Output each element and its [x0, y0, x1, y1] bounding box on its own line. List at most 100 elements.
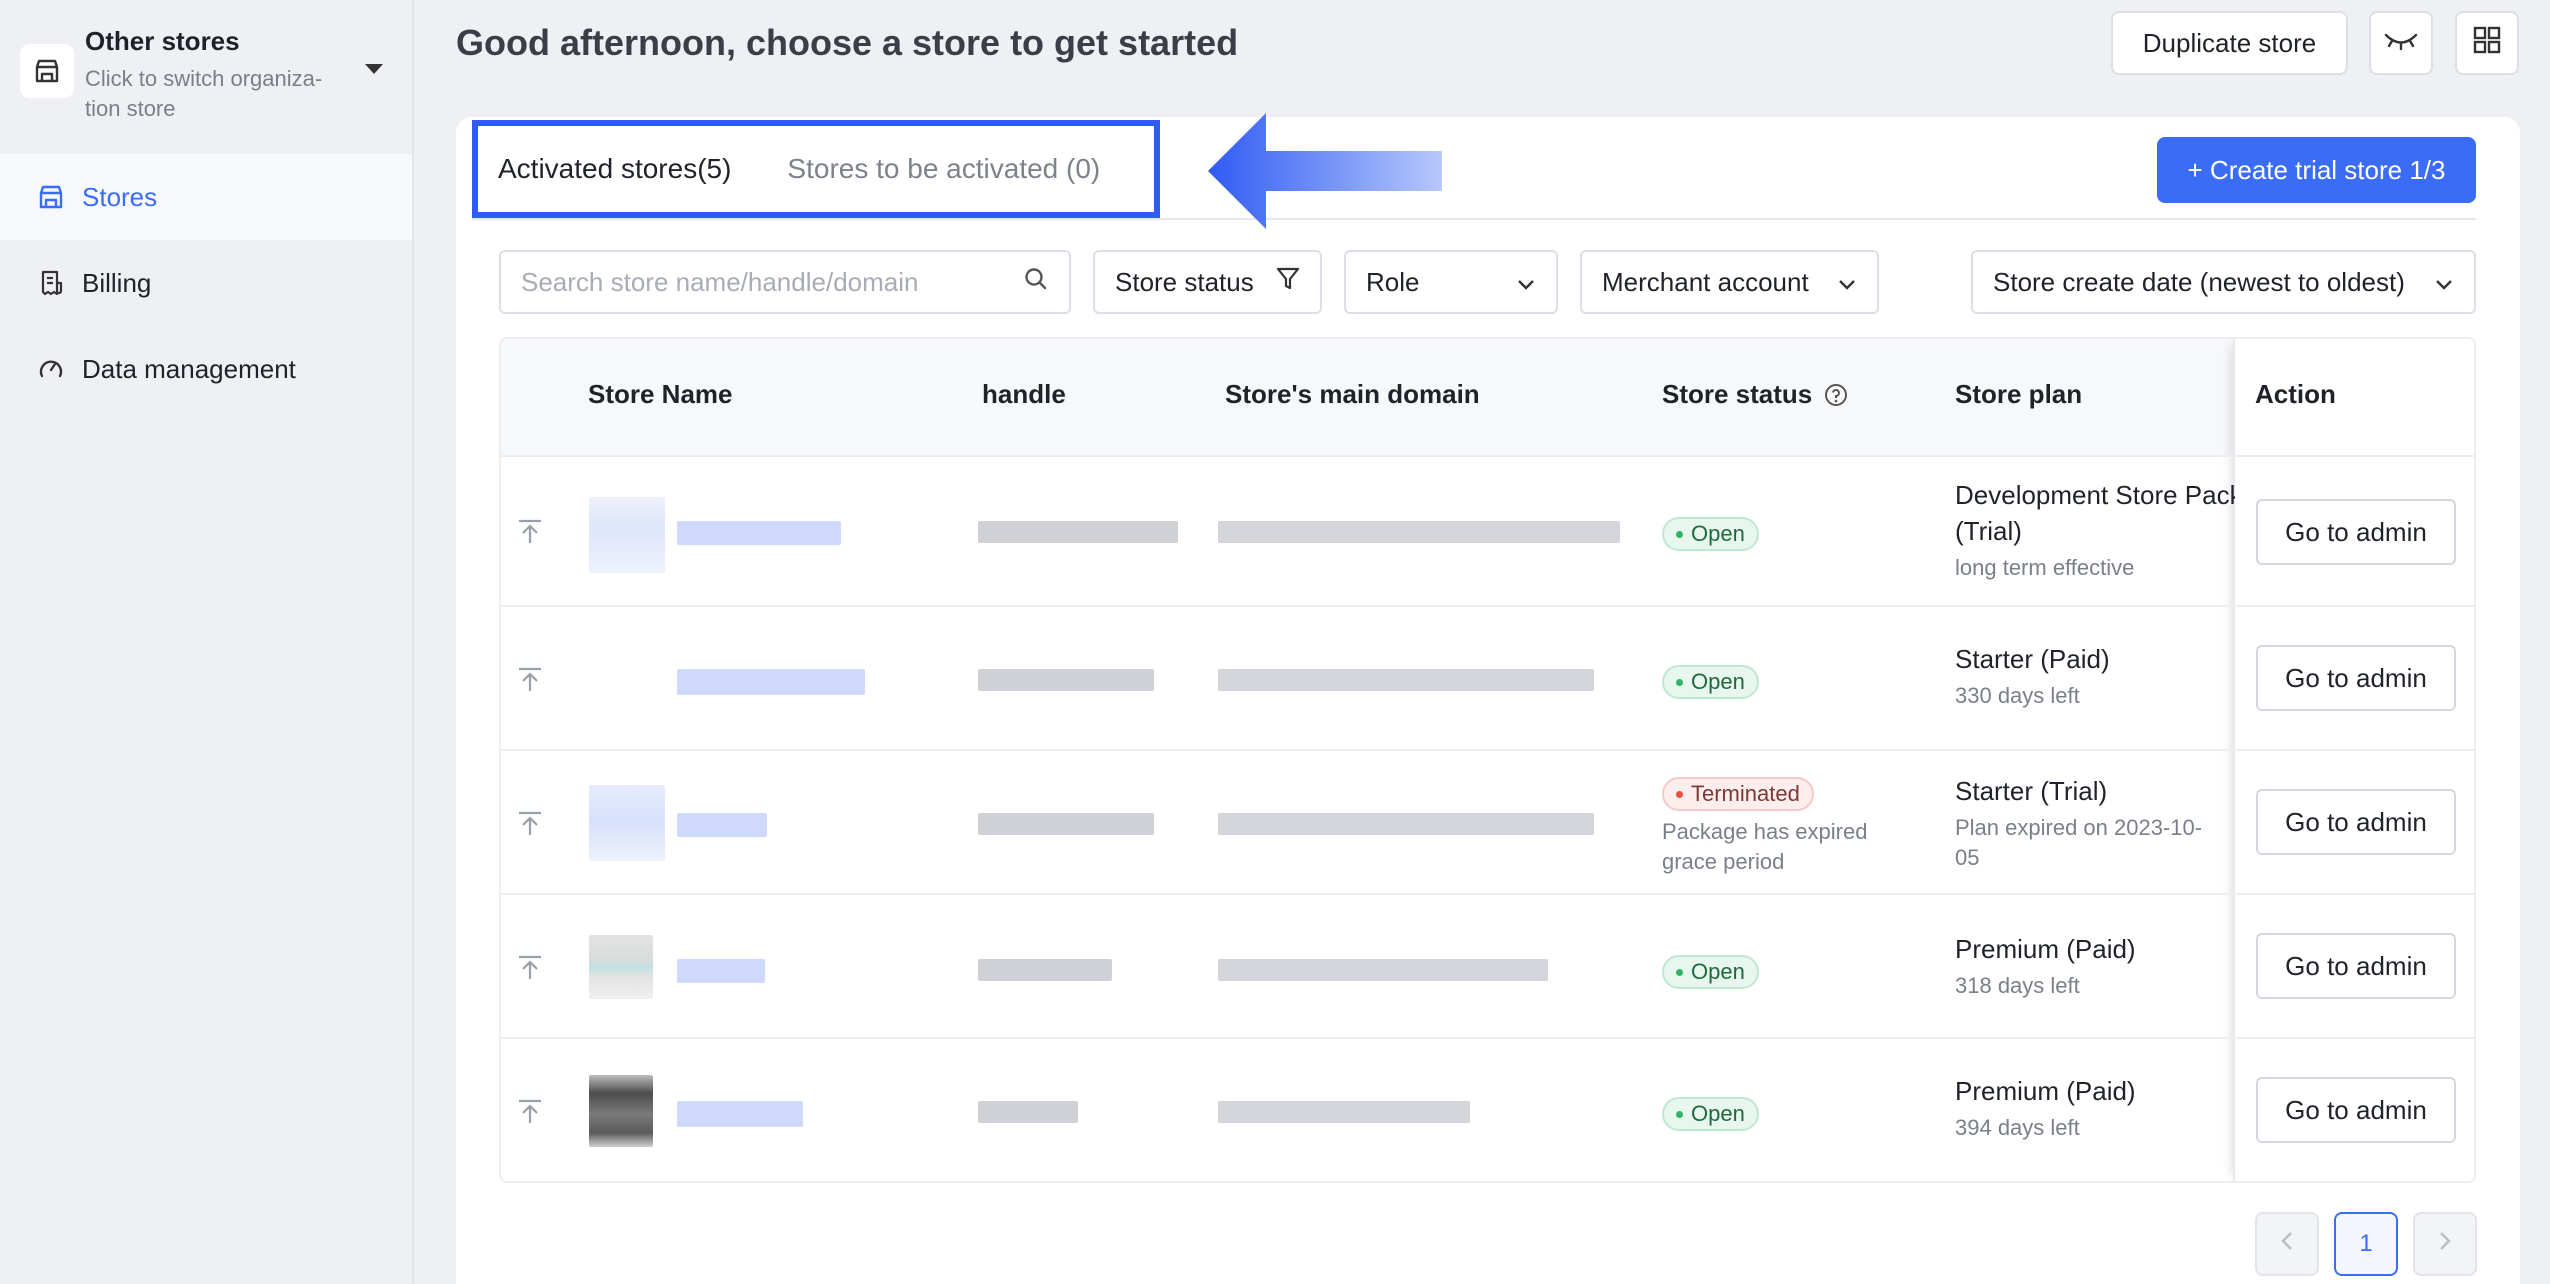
- plan-cell: Premium (Paid) 318 days left: [1955, 931, 2235, 1001]
- store-name-link[interactable]: [677, 669, 865, 695]
- sidebar-item-label: Stores: [82, 181, 158, 212]
- status-cell: Open: [1662, 1097, 1759, 1131]
- status-badge: Open: [1662, 1097, 1759, 1131]
- sidebar-item-billing[interactable]: Billing: [0, 240, 412, 326]
- plan-note: long term effective: [1955, 555, 2135, 580]
- plan-name: Premium (Paid): [1955, 934, 2136, 964]
- pin-to-top-icon[interactable]: [515, 517, 545, 552]
- next-page-button[interactable]: [2413, 1212, 2477, 1276]
- prev-page-button[interactable]: [2255, 1212, 2319, 1276]
- role-select[interactable]: Role: [1344, 250, 1558, 314]
- sort-select[interactable]: Store create date (newest to oldest): [1971, 250, 2476, 314]
- sidebar-item-label: Data management: [82, 353, 296, 384]
- store-domain: [1218, 521, 1620, 543]
- table-row: Open Development Store Pack (Trial) long…: [501, 455, 2474, 605]
- pin-to-top-icon[interactable]: [515, 665, 545, 700]
- pin-to-top-icon[interactable]: [515, 1097, 545, 1132]
- grid-view-button[interactable]: [2455, 11, 2519, 75]
- store-status-filter[interactable]: Store status: [1093, 250, 1322, 314]
- store-icon: [36, 182, 66, 212]
- go-to-admin-button[interactable]: Go to admin: [2256, 1077, 2456, 1143]
- duplicate-store-button[interactable]: Duplicate store: [2111, 11, 2348, 75]
- go-to-admin-button[interactable]: Go to admin: [2256, 933, 2456, 999]
- column-store-name: Store Name: [588, 379, 733, 409]
- column-store-plan: Store plan: [1955, 379, 2083, 409]
- table-row: Open Premium (Paid) 394 days left: [501, 1037, 2474, 1181]
- plan-name: Starter (Paid): [1955, 644, 2110, 674]
- receipt-icon: [36, 268, 66, 298]
- plan-note: 318 days left: [1955, 973, 2080, 998]
- plan-note: Plan expired on 2023-10-05: [1955, 815, 2203, 870]
- plan-cell: Premium (Paid) 394 days left: [1955, 1073, 2235, 1143]
- status-badge: Terminated: [1662, 777, 1814, 811]
- go-to-admin-button[interactable]: Go to admin: [2256, 645, 2456, 711]
- store-domain: [1218, 1101, 1470, 1123]
- table-header: Store Name handle Store's main domain St…: [501, 339, 2474, 455]
- chevron-down-icon: [2422, 267, 2454, 298]
- filter-label: Store status: [1115, 266, 1254, 297]
- chevron-down-icon: [1825, 267, 1857, 298]
- organization-switcher[interactable]: Other stores Click to switch organiza-ti…: [20, 22, 400, 122]
- status-badge: Open: [1662, 955, 1759, 989]
- tab-activated-stores[interactable]: Activated stores(5): [478, 153, 751, 185]
- store-tabs: Activated stores(5) Stores to be activat…: [472, 120, 1160, 218]
- caret-down-icon[interactable]: [365, 64, 383, 74]
- plan-note: 394 days left: [1955, 1115, 2080, 1140]
- gauge-icon: [36, 354, 66, 384]
- create-trial-store-button[interactable]: + Create trial store 1/3: [2157, 137, 2476, 203]
- page-number-button[interactable]: 1: [2334, 1212, 2398, 1276]
- arrow-left-icon: [1208, 113, 1448, 234]
- pin-to-top-icon[interactable]: [515, 953, 545, 988]
- search-icon[interactable]: [1011, 266, 1049, 299]
- store-domain: [1218, 669, 1594, 691]
- store-name-link[interactable]: [677, 521, 841, 545]
- store-name-link[interactable]: [677, 813, 767, 837]
- store-handle: [978, 669, 1154, 691]
- status-cell: Open: [1662, 665, 1759, 699]
- column-action: Action: [2255, 379, 2336, 409]
- select-label: Role: [1366, 266, 1420, 297]
- search-input[interactable]: Search store name/handle/domain: [521, 267, 1011, 298]
- select-label: Store create date (newest to oldest): [1993, 266, 2405, 297]
- help-icon[interactable]: [1824, 383, 1848, 407]
- sidebar-item-data-management[interactable]: Data management: [0, 326, 412, 412]
- filter-icon: [1264, 266, 1300, 299]
- table-row: Open Premium (Paid) 318 days left: [501, 893, 2474, 1037]
- select-label: Merchant account: [1602, 266, 1809, 297]
- tab-stores-to-be-activated[interactable]: Stores to be activated (0): [751, 153, 1120, 185]
- column-handle: handle: [982, 379, 1066, 409]
- store-domain: [1218, 959, 1548, 981]
- merchant-account-select[interactable]: Merchant account: [1580, 250, 1879, 314]
- hide-eye-button[interactable]: [2369, 11, 2433, 75]
- plan-name: Starter (Trial): [1955, 776, 2108, 806]
- pin-to-top-icon[interactable]: [515, 809, 545, 844]
- go-to-admin-button[interactable]: Go to admin: [2256, 499, 2456, 565]
- plan-name: Development Store Pack: [1955, 480, 2235, 510]
- plan-name: Premium (Paid): [1955, 1076, 2136, 1106]
- organization-title: Other stores: [85, 26, 240, 56]
- plan-cell: Development Store Pack (Trial) long term…: [1955, 477, 2235, 583]
- tab-divider: [472, 218, 2476, 220]
- store-name-link[interactable]: [677, 1101, 803, 1127]
- organization-subtitle: Click to switch organiza-tion store: [85, 66, 323, 121]
- column-store-status: Store status: [1662, 379, 1848, 410]
- stores-table: Store Name handle Store's main domain St…: [499, 337, 2476, 1183]
- column-domain: Store's main domain: [1225, 379, 1480, 409]
- plan-name-line2: (Trial): [1955, 516, 2022, 546]
- store-handle: [978, 521, 1178, 543]
- chevron-right-icon: [2437, 1230, 2453, 1259]
- store-handle: [978, 1101, 1078, 1123]
- store-domain: [1218, 813, 1594, 835]
- go-to-admin-button[interactable]: Go to admin: [2256, 789, 2456, 855]
- eye-closed-icon: [2383, 28, 2419, 59]
- store-handle: [978, 959, 1112, 981]
- store-name-link[interactable]: [677, 959, 765, 983]
- search-box[interactable]: Search store name/handle/domain: [499, 250, 1071, 314]
- status-note: Package has expired grace period: [1662, 819, 1868, 874]
- store-logo: [589, 935, 653, 999]
- store-logo: [589, 785, 665, 861]
- sidebar: Other stores Click to switch organiza-ti…: [0, 0, 414, 1284]
- plan-cell: Starter (Trial) Plan expired on 2023-10-…: [1955, 773, 2205, 873]
- sidebar-item-stores[interactable]: Stores: [0, 154, 412, 240]
- table-row: Open Starter (Paid) 330 days left: [501, 605, 2474, 749]
